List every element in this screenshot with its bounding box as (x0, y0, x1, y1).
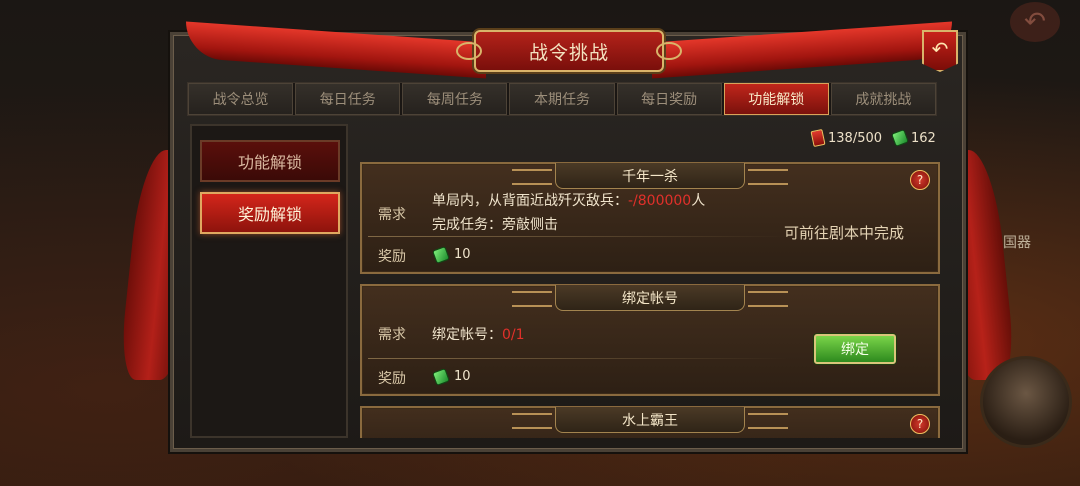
card-title-text: 绑定帐号 (622, 290, 678, 307)
tab-season-tasks[interactable]: 本期任务 (509, 83, 615, 115)
jade-counter: 162 (891, 128, 936, 148)
task-card: 水上霸王 ? (360, 406, 940, 438)
divider (368, 236, 788, 237)
card-title: 水上霸王 (512, 407, 788, 433)
title-ornament-left (456, 42, 482, 60)
requirement-line-2: 完成任务：旁敲侧击 (432, 217, 558, 233)
card-title: 千年一杀 (512, 163, 788, 189)
tab-bar: 战令总览 每日任务 每周任务 本期任务 每日奖励 功能解锁 成就挑战 (187, 82, 937, 116)
requirement-text: 单局内，从背面近战歼灭敌兵： (432, 193, 628, 209)
goto-script-text: 可前往剧本中完成 (784, 224, 905, 242)
sidebar-item-feature-unlock[interactable]: 功能解锁 (200, 140, 340, 182)
tab-feature-unlock[interactable]: 功能解锁 (723, 83, 829, 115)
card-title-text: 千年一杀 (622, 168, 678, 185)
question-icon[interactable]: ? (910, 414, 930, 434)
card-title-text: 水上霸王 (622, 412, 678, 429)
requirement-line: 单局内，从背面近战歼灭敌兵：-/800000人 (432, 190, 705, 210)
requirement-line: 绑定帐号：0/1 (432, 324, 525, 344)
requirement-progress: -/800000 (628, 193, 692, 209)
tab-daily-tasks[interactable]: 每日任务 (295, 83, 401, 115)
requirement-text: 绑定帐号： (432, 327, 502, 343)
jade-icon (432, 367, 450, 386)
tab-achievements[interactable]: 成就挑战 (830, 83, 936, 115)
token-value: 138/500 (828, 130, 883, 146)
task-card: 千年一杀 ? 需求 单局内，从背面近战歼灭敌兵：-/800000人 完成任务：旁… (360, 162, 940, 274)
reward-item: 10 (432, 367, 471, 386)
title-ribbon-left (186, 21, 486, 79)
jade-icon (891, 129, 909, 147)
tab-overview[interactable]: 战令总览 (188, 83, 294, 115)
reward-value: 10 (454, 247, 471, 262)
return-button[interactable]: ↶ (922, 30, 958, 72)
background-label: 国器 (1003, 235, 1031, 251)
sidebar-item-reward-unlock[interactable]: 奖励解锁 (200, 192, 340, 234)
task-card: 绑定帐号 需求 绑定帐号：0/1 奖励 10 绑定 (360, 284, 940, 396)
hero-avatar (980, 356, 1072, 448)
jade-icon (432, 245, 450, 264)
background-return-icon: ↶ (1010, 2, 1060, 42)
title-plate: 战令挑战 (456, 30, 682, 72)
title-ribbon-right (652, 21, 952, 79)
sidebar: 功能解锁 奖励解锁 (190, 124, 348, 438)
requirement-unit: 人 (691, 193, 706, 209)
bind-account-button[interactable]: 绑定 (814, 334, 896, 364)
jade-value: 162 (911, 130, 936, 146)
red-token-icon (810, 128, 826, 148)
requirement-label: 需求 (378, 207, 406, 223)
tab-daily-rewards[interactable]: 每日奖励 (616, 83, 722, 115)
tab-weekly-tasks[interactable]: 每周任务 (402, 83, 508, 115)
page-title: 战令挑战 (528, 41, 609, 64)
card-title: 绑定帐号 (512, 285, 788, 311)
task-list: 千年一杀 ? 需求 单局内，从背面近战歼灭敌兵：-/800000人 完成任务：旁… (360, 158, 940, 438)
reward-item: 10 (432, 245, 471, 264)
reward-label: 奖励 (378, 249, 406, 265)
requirement-label: 需求 (378, 327, 406, 343)
title-bar: 战令挑战 (186, 21, 952, 79)
divider (368, 358, 788, 359)
reward-label: 奖励 (378, 371, 406, 387)
return-arrow-icon: ↶ (931, 37, 949, 61)
question-icon[interactable]: ? (910, 170, 930, 190)
title-ornament-right (656, 42, 682, 60)
requirement-progress: 0/1 (502, 327, 525, 343)
token-counter: 138/500 (810, 128, 883, 148)
reward-value: 10 (454, 369, 471, 384)
